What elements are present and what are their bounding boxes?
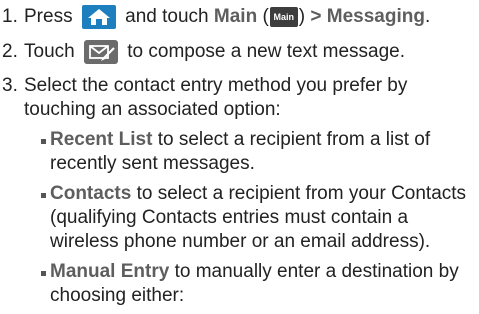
instructions-page: 1. Press and touch Main (Main) > Messagi… (2, 5, 467, 306)
paren: ) (298, 6, 306, 28)
contacts-label: Contacts (50, 183, 132, 204)
home-icon (81, 5, 116, 29)
step-text: and touch (125, 6, 209, 28)
paren: ( (262, 6, 269, 28)
step-number: 1. (2, 6, 18, 27)
main-apps-icon: Main (269, 7, 298, 27)
step-text: to compose a new text message. (127, 41, 406, 63)
step-number: 2. (2, 41, 18, 62)
bullet-marker (41, 193, 46, 198)
step-text: Press (24, 6, 73, 28)
bullet-manual-entry: Manual Entry to manually enter a destina… (50, 261, 459, 282)
step-text: touching an associated option: (24, 99, 281, 120)
bullet-contacts: Contacts to select a recipient from your… (50, 183, 467, 204)
period: . (424, 6, 431, 28)
step-text: Touch (24, 41, 75, 63)
compose-message-icon (83, 40, 118, 64)
manual-entry-label: Manual Entry (50, 261, 170, 282)
bullet-recent-list: Recent List to select a recipient from a… (50, 129, 431, 150)
step-number: 3. (2, 75, 18, 96)
recent-list-label: Recent List (50, 129, 153, 150)
bullet-marker (41, 139, 46, 144)
step-text: Select the contact entry method you pref… (24, 75, 408, 96)
separator: > (310, 6, 322, 28)
messaging-label: Messaging (326, 6, 425, 28)
main-label: Main (213, 6, 258, 28)
bullet-marker (41, 271, 46, 276)
